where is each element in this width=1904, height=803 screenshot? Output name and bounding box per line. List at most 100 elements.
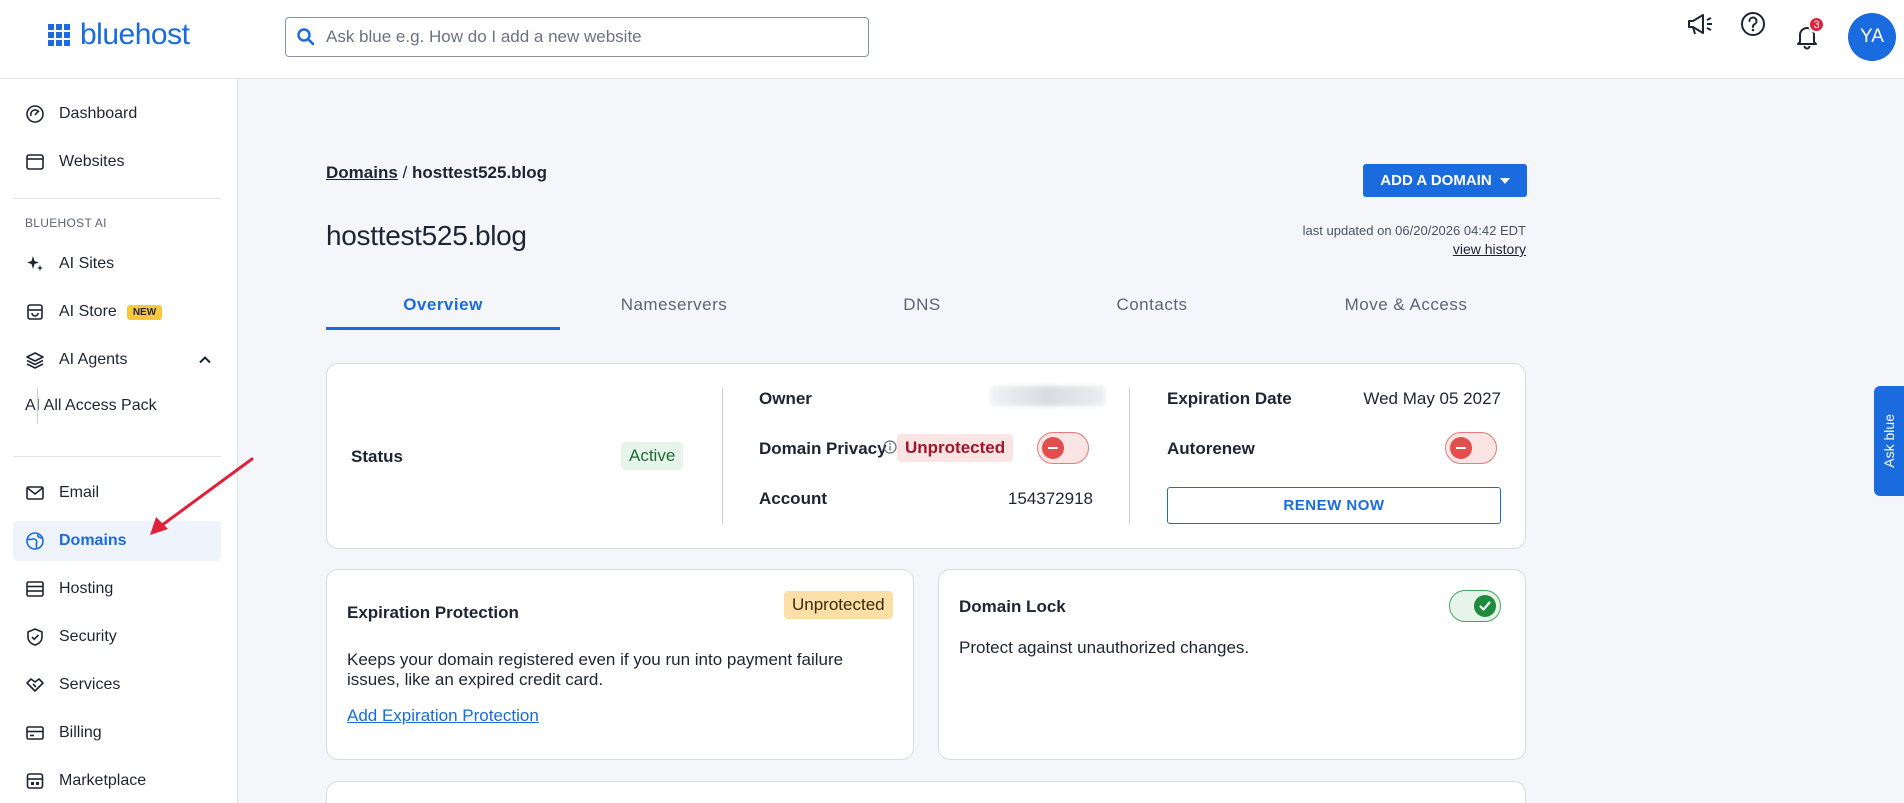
sidebar-item-label: Websites <box>59 153 125 170</box>
annotation-arrow-icon <box>150 457 254 535</box>
last-updated: last updated on 06/20/2026 04:42 EDT vie… <box>1303 222 1526 259</box>
shield-icon <box>27 628 43 646</box>
expiration-protection-title: Expiration Protection <box>347 603 519 622</box>
ask-blue-button[interactable]: Ask blue <box>1874 386 1904 496</box>
sidebar-item-services[interactable]: Services <box>13 665 221 705</box>
tab-dns[interactable]: DNS <box>874 290 970 330</box>
tab-nameservers[interactable]: Nameservers <box>586 290 762 330</box>
help-icon[interactable] <box>1737 8 1769 40</box>
checkmark-icon <box>1474 595 1496 617</box>
marketplace-icon <box>26 773 44 789</box>
sidebar-item-ai-agents[interactable]: AI Agents <box>13 340 221 380</box>
tab-contacts[interactable]: Contacts <box>1082 290 1222 330</box>
sidebar-item-ai-sites[interactable]: AI Sites <box>13 244 221 284</box>
ask-blue-label: Ask blue <box>1881 414 1897 468</box>
sidebar-item-label: Domains <box>59 532 127 549</box>
sidebar-divider <box>13 198 221 199</box>
sidebar-item-label: Marketplace <box>59 772 147 789</box>
next-card <box>326 781 1526 803</box>
sidebar-item-label: AI Agents <box>59 351 128 368</box>
new-badge: NEW <box>126 304 163 320</box>
sidebar-item-billing[interactable]: Billing <box>13 713 221 753</box>
privacy-status-badge: Unprotected <box>897 434 1014 462</box>
domain-lock-description: Protect against unauthorized changes. <box>959 638 1250 657</box>
account-label: Account <box>759 489 827 508</box>
mail-icon <box>26 486 44 500</box>
domain-lock-toggle[interactable] <box>1449 590 1501 622</box>
dashboard-icon <box>26 105 44 123</box>
sidebar-item-security[interactable]: Security <box>13 617 221 657</box>
search-input[interactable]: Ask blue e.g. How do I add a new website <box>285 17 869 57</box>
sidebar-item-marketplace[interactable]: Marketplace <box>13 761 221 801</box>
tab-move-access[interactable]: Move & Access <box>1306 290 1506 330</box>
expiration-protection-description: Keeps your domain registered even if you… <box>347 650 844 689</box>
tab-overview[interactable]: Overview <box>326 290 560 330</box>
breadcrumb-current: hosttest525.blog <box>411 163 548 182</box>
renew-now-button[interactable]: RENEW NOW <box>1167 487 1501 524</box>
sidebar-item-ai-store[interactable]: AI Store NEW <box>13 292 221 332</box>
status-badge: Active <box>621 442 684 470</box>
card-divider <box>722 388 723 524</box>
sidebar: Dashboard Websites BLUEHOST AI AI Sites … <box>0 79 238 803</box>
globe-icon <box>26 532 44 550</box>
sidebar-item-ai-all-access-pack[interactable]: AI All Access Pack <box>13 386 221 426</box>
info-icon[interactable] <box>883 440 897 454</box>
chevron-up-icon[interactable] <box>197 352 213 368</box>
credit-card-icon <box>26 726 44 740</box>
handshake-icon <box>26 678 44 692</box>
status-label: Status <box>351 447 403 466</box>
sidebar-item-hosting[interactable]: Hosting <box>13 569 221 609</box>
sidebar-item-label: AI All Access Pack <box>25 397 157 414</box>
search-icon <box>297 28 315 46</box>
last-updated-text: last updated on 06/20/2026 04:42 EDT <box>1302 223 1526 238</box>
sidebar-item-dashboard[interactable]: Dashboard <box>13 94 221 134</box>
breadcrumb: Domains / hosttest525.blog <box>326 163 547 183</box>
submenu-line <box>37 388 38 424</box>
toggle-off-icon <box>1042 437 1064 459</box>
sidebar-item-label: Services <box>59 676 121 693</box>
owner-value-redacted <box>990 386 1105 406</box>
bluehost-logo[interactable]: bluehost <box>48 18 190 52</box>
sidebar-item-label: Hosting <box>59 580 114 597</box>
sidebar-item-label: Billing <box>59 724 102 741</box>
sidebar-item-label: Email <box>59 484 100 501</box>
sidebar-item-label: Security <box>59 628 117 645</box>
account-value: 154372918 <box>1007 489 1093 508</box>
caret-down-icon <box>1499 177 1510 184</box>
add-domain-button[interactable]: ADD A DOMAIN <box>1363 164 1527 197</box>
server-icon <box>26 581 44 597</box>
domain-tabs: Overview Nameservers DNS Contacts Move &… <box>326 290 1526 330</box>
owner-label: Owner <box>759 389 812 408</box>
expiration-protection-badge: Unprotected <box>784 591 893 619</box>
logo-text: bluehost <box>80 18 190 51</box>
breadcrumb-separator: / <box>397 163 412 182</box>
page-title: hosttest525.blog <box>326 220 527 251</box>
notifications-button[interactable]: 3 <box>1791 16 1825 52</box>
card-divider <box>1129 388 1130 524</box>
sidebar-section-label: BLUEHOST AI <box>25 216 107 230</box>
toggle-off-icon <box>1450 437 1472 459</box>
add-expiration-protection-link[interactable]: Add Expiration Protection <box>347 706 539 726</box>
avatar[interactable]: YA <box>1848 13 1896 61</box>
store-icon <box>27 304 43 320</box>
active-tab-indicator <box>326 327 560 330</box>
browser-icon <box>26 154 44 170</box>
sidebar-item-websites[interactable]: Websites <box>13 142 221 182</box>
expiration-date-value: Wed May 05 2027 <box>1363 389 1501 408</box>
notification-badge: 3 <box>1808 16 1825 33</box>
domain-privacy-toggle[interactable] <box>1037 432 1089 464</box>
layers-icon <box>26 352 44 369</box>
breadcrumb-domains-link[interactable]: Domains <box>326 163 398 182</box>
sparkle-icon <box>27 256 43 271</box>
domain-lock-title: Domain Lock <box>959 597 1066 616</box>
top-bar: bluehost Ask blue e.g. How do I add a ne… <box>0 0 1904 79</box>
expiration-date-label: Expiration Date <box>1167 389 1292 408</box>
logo-grid-icon <box>48 24 70 46</box>
add-domain-label: ADD A DOMAIN <box>1380 172 1492 189</box>
autorenew-label: Autorenew <box>1167 439 1255 458</box>
domain-privacy-label: Domain Privacy <box>759 439 887 458</box>
sidebar-item-label: AI Sites <box>59 255 115 272</box>
view-history-link[interactable]: view history <box>1453 241 1526 257</box>
autorenew-toggle[interactable] <box>1445 432 1497 464</box>
megaphone-icon[interactable] <box>1684 8 1716 40</box>
